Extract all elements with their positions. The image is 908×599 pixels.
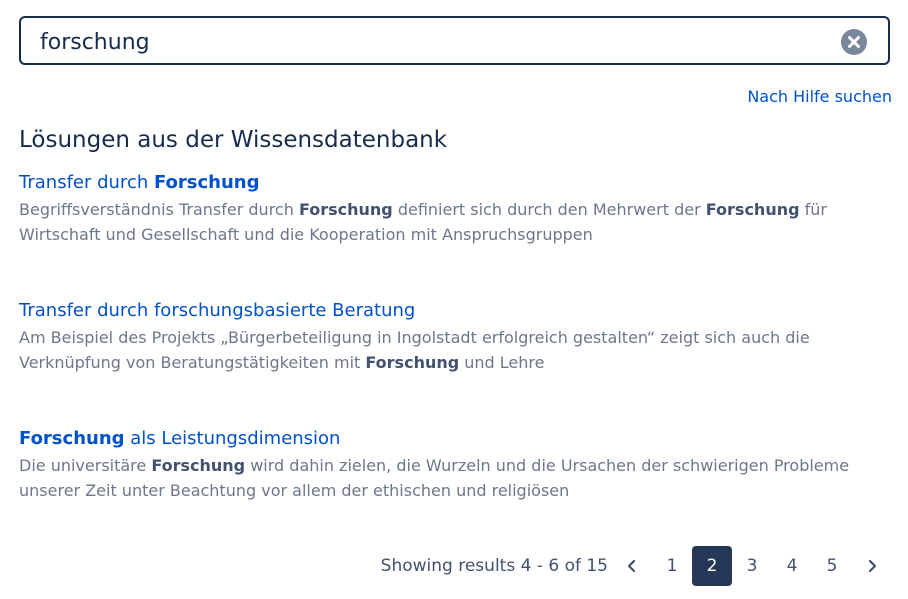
previous-page-button[interactable]	[612, 546, 652, 586]
next-page-button[interactable]	[852, 546, 892, 586]
result-excerpt: Die universitäre Forschung wird dahin zi…	[19, 453, 889, 503]
text-segment: Transfer durch	[19, 172, 154, 193]
highlighted-term: Forschung	[151, 456, 246, 475]
highlighted-term: Forschung	[19, 428, 125, 449]
text-segment: als Leistungsdimension	[124, 428, 341, 449]
chevron-right-icon	[868, 559, 877, 573]
page-2-button[interactable]: 2	[692, 546, 732, 586]
result-excerpt: Begriffsverständnis Transfer durch Forsc…	[19, 197, 889, 247]
result-excerpt: Am Beispiel des Projekts „Bürgerbeteilig…	[19, 325, 889, 375]
chevron-left-icon	[627, 559, 636, 573]
text-segment: definiert sich durch den Mehrwert der	[392, 200, 706, 219]
text-segment: Begriffsverständnis Transfer durch	[19, 200, 299, 219]
highlighted-term: Forschung	[153, 172, 260, 193]
highlighted-term: Forschung	[705, 200, 800, 219]
page-4-button[interactable]: 4	[772, 546, 812, 586]
result-item: Forschung als Leistungsdimension Die uni…	[19, 427, 889, 503]
text-segment: Transfer durch forschungsbasierte Beratu…	[19, 300, 416, 321]
page-5-button[interactable]: 5	[812, 546, 852, 586]
text-segment: Die universitäre	[19, 456, 152, 475]
text-segment: und Lehre	[459, 353, 545, 372]
pagination: Showing results 4 - 6 of 15 1 2 3 4 5	[381, 546, 892, 586]
section-title: Lösungen aus der Wissensdatenbank	[19, 127, 448, 153]
result-item: Transfer durch Forschung Begriffsverstän…	[19, 171, 889, 247]
search-box[interactable]: forschung	[19, 16, 890, 65]
result-title-link[interactable]: Transfer durch forschungsbasierte Beratu…	[19, 300, 415, 321]
page-1-button[interactable]: 1	[652, 546, 692, 586]
clear-search-button[interactable]	[841, 29, 867, 55]
page-3-button[interactable]: 3	[732, 546, 772, 586]
highlighted-term: Forschung	[298, 200, 393, 219]
result-title-link[interactable]: Forschung als Leistungsdimension	[19, 428, 340, 449]
search-help-link[interactable]: Nach Hilfe suchen	[747, 87, 892, 106]
close-icon	[848, 36, 860, 48]
results-count-text: Showing results 4 - 6 of 15	[380, 556, 608, 576]
result-item: Transfer durch forschungsbasierte Beratu…	[19, 299, 889, 375]
search-input[interactable]: forschung	[40, 29, 150, 57]
highlighted-term: Forschung	[365, 353, 460, 372]
result-title-link[interactable]: Transfer durch Forschung	[19, 172, 260, 193]
